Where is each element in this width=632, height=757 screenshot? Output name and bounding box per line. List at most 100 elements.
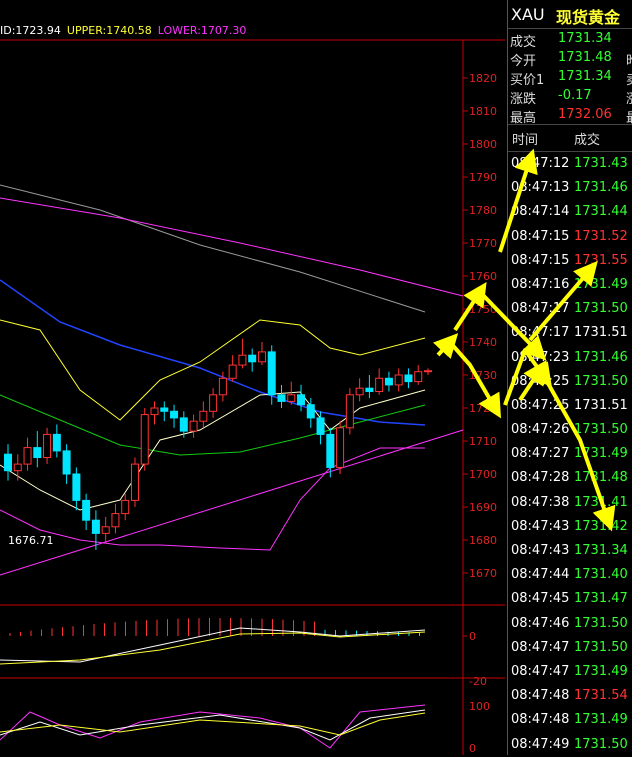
trade-price: 1731.43 xyxy=(574,156,628,171)
candle-down xyxy=(277,394,286,402)
trade-row: 08:47:23 1731.46 xyxy=(508,346,632,370)
trade-row: 08:47:47 1731.50 xyxy=(508,636,632,660)
candle-down xyxy=(91,519,100,534)
candle-up xyxy=(209,394,218,412)
trade-time: 08:47:15 xyxy=(511,252,570,268)
trades-price-header: 成交 xyxy=(574,133,601,148)
quote-value: -0.17 xyxy=(558,88,592,103)
trade-price: 1731.54 xyxy=(574,688,628,704)
trade-row: 08:47:12 1731.43 xyxy=(508,152,632,176)
candle-down xyxy=(4,453,12,472)
trade-time: 08:47:12 xyxy=(511,156,570,171)
trade-time: 08:47:17 xyxy=(511,301,570,317)
kdj-zero-label: 0 xyxy=(469,742,476,755)
price-tick-label: 1670 xyxy=(469,567,497,580)
price-chart[interactable]: 1820 1810 1800 1790 1780 1770 1760 1750 1740 1730… xyxy=(0,0,505,755)
trade-time: 08:47:38 xyxy=(511,494,570,510)
trade-time: 08:47:45 xyxy=(511,591,570,607)
trade-time: 08:47:14 xyxy=(511,204,570,220)
candle-up xyxy=(101,526,110,534)
trade-time: 08:47:46 xyxy=(511,615,570,631)
symbol-code: XAU xyxy=(511,5,545,24)
trade-price: 1731.50 xyxy=(574,373,628,389)
trade-price: 1731.46 xyxy=(574,180,628,196)
price-tick-label: 1820 xyxy=(469,72,497,85)
macd-zero-label: 0 xyxy=(469,630,476,643)
candle-up xyxy=(121,499,130,515)
price-tick-label: 1760 xyxy=(469,270,497,283)
bollinger-legend: ID:1723.94 UPPER:1740.58 LOWER:1707.30 xyxy=(0,24,252,40)
trade-time: 08:47:43 xyxy=(511,543,570,558)
trade-time: 08:47:48 xyxy=(511,712,570,728)
legend-mid: ID:1723.94 xyxy=(0,24,61,37)
candle-up xyxy=(287,394,296,402)
candle-down xyxy=(365,387,374,393)
trade-row: 08:47:49 1731.50 xyxy=(508,733,632,757)
trade-list[interactable]: 08:47:12 1731.43 08:47:13 1731.46 08:47:14 17… xyxy=(508,152,632,757)
trade-row: 08:47:44 1731.40 xyxy=(508,563,632,587)
candle-up xyxy=(43,433,52,458)
price-tick-label: 1720 xyxy=(469,402,497,415)
trade-time: 08:47:17 xyxy=(511,325,570,341)
trade-price: 1731.49 xyxy=(574,276,628,292)
trade-row: 08:47:16 1731.49 xyxy=(508,273,632,297)
price-tick-label: 1800 xyxy=(469,138,497,151)
legend-lower: LOWER:1707.30 xyxy=(157,24,247,37)
candle-up xyxy=(257,351,266,363)
quote-row: 最高1732.06最 xyxy=(508,105,632,126)
trade-price: 1731.41 xyxy=(574,494,628,510)
trade-row: 08:47:14 1731.44 xyxy=(508,200,632,224)
macd-neg-label: -20 xyxy=(469,675,487,688)
candle-up xyxy=(394,374,403,386)
trade-price: 1731.51 xyxy=(574,325,628,341)
candle-down xyxy=(248,354,257,363)
trade-time: 08:47:16 xyxy=(511,276,570,292)
low-price-label: 1676.71 xyxy=(8,534,54,547)
trade-time: 08:47:25 xyxy=(511,397,570,413)
candle-down xyxy=(326,433,335,468)
trade-price: 1731.46 xyxy=(574,349,628,365)
trade-time: 08:47:13 xyxy=(511,180,570,196)
candlestick-chart: 1820 1810 1800 1790 1780 1770 1760 1750 1740 1730… xyxy=(0,39,505,755)
price-tick-label: 1690 xyxy=(469,501,497,514)
trade-price: 1731.49 xyxy=(574,446,628,462)
quote-row: 今开1731.48昨 xyxy=(508,48,632,69)
quote-value: 1731.34 xyxy=(558,31,612,46)
price-tick-label: 1680 xyxy=(469,534,497,547)
quote-row: 买价11731.34卖 xyxy=(508,67,632,88)
candle-up xyxy=(218,377,227,396)
candle-up xyxy=(23,447,32,465)
candle-up xyxy=(130,463,139,501)
trade-time: 08:47:26 xyxy=(511,422,570,438)
quote-value: 1731.48 xyxy=(558,50,612,65)
candle-down xyxy=(316,417,325,435)
legend-upper: UPPER:1740.58 xyxy=(66,24,152,37)
trade-row: 08:47:45 1731.47 xyxy=(508,587,632,611)
trade-row: 08:47:43 1731.34 xyxy=(508,539,632,563)
candle-up xyxy=(424,370,432,373)
candle-down xyxy=(33,447,42,459)
quote-panel: XAU 现货黄金 成交1731.34今开1731.48昨买价11731.34卖涨… xyxy=(507,0,632,755)
price-tick-label: 1780 xyxy=(469,204,497,217)
trade-price: 1731.48 xyxy=(574,470,628,486)
trade-price: 1731.50 xyxy=(574,301,628,317)
candle-up xyxy=(199,410,208,422)
trade-price: 1731.51 xyxy=(574,397,628,413)
candle-down xyxy=(297,394,306,406)
price-tick-label: 1790 xyxy=(469,171,497,184)
trade-price: 1731.34 xyxy=(574,543,628,558)
trade-row: 08:47:25 1731.50 xyxy=(508,370,632,394)
trade-row: 08:47:38 1731.41 xyxy=(508,491,632,515)
trade-row: 08:47:13 1731.46 xyxy=(508,176,632,200)
trade-time: 08:47:47 xyxy=(511,663,570,679)
candle-up xyxy=(355,387,364,396)
quote-row: 成交 1731.34 xyxy=(508,29,632,50)
trade-time: 08:47:28 xyxy=(511,470,570,486)
trade-price: 1731.55 xyxy=(574,252,628,268)
trade-row: 08:47:48 1731.54 xyxy=(508,684,632,708)
trade-row: 08:47:43 1731.42 xyxy=(508,515,632,539)
macd-dif-line xyxy=(0,627,426,663)
candle-up xyxy=(111,513,120,528)
candle-up xyxy=(414,371,423,383)
candle-up xyxy=(336,427,345,468)
